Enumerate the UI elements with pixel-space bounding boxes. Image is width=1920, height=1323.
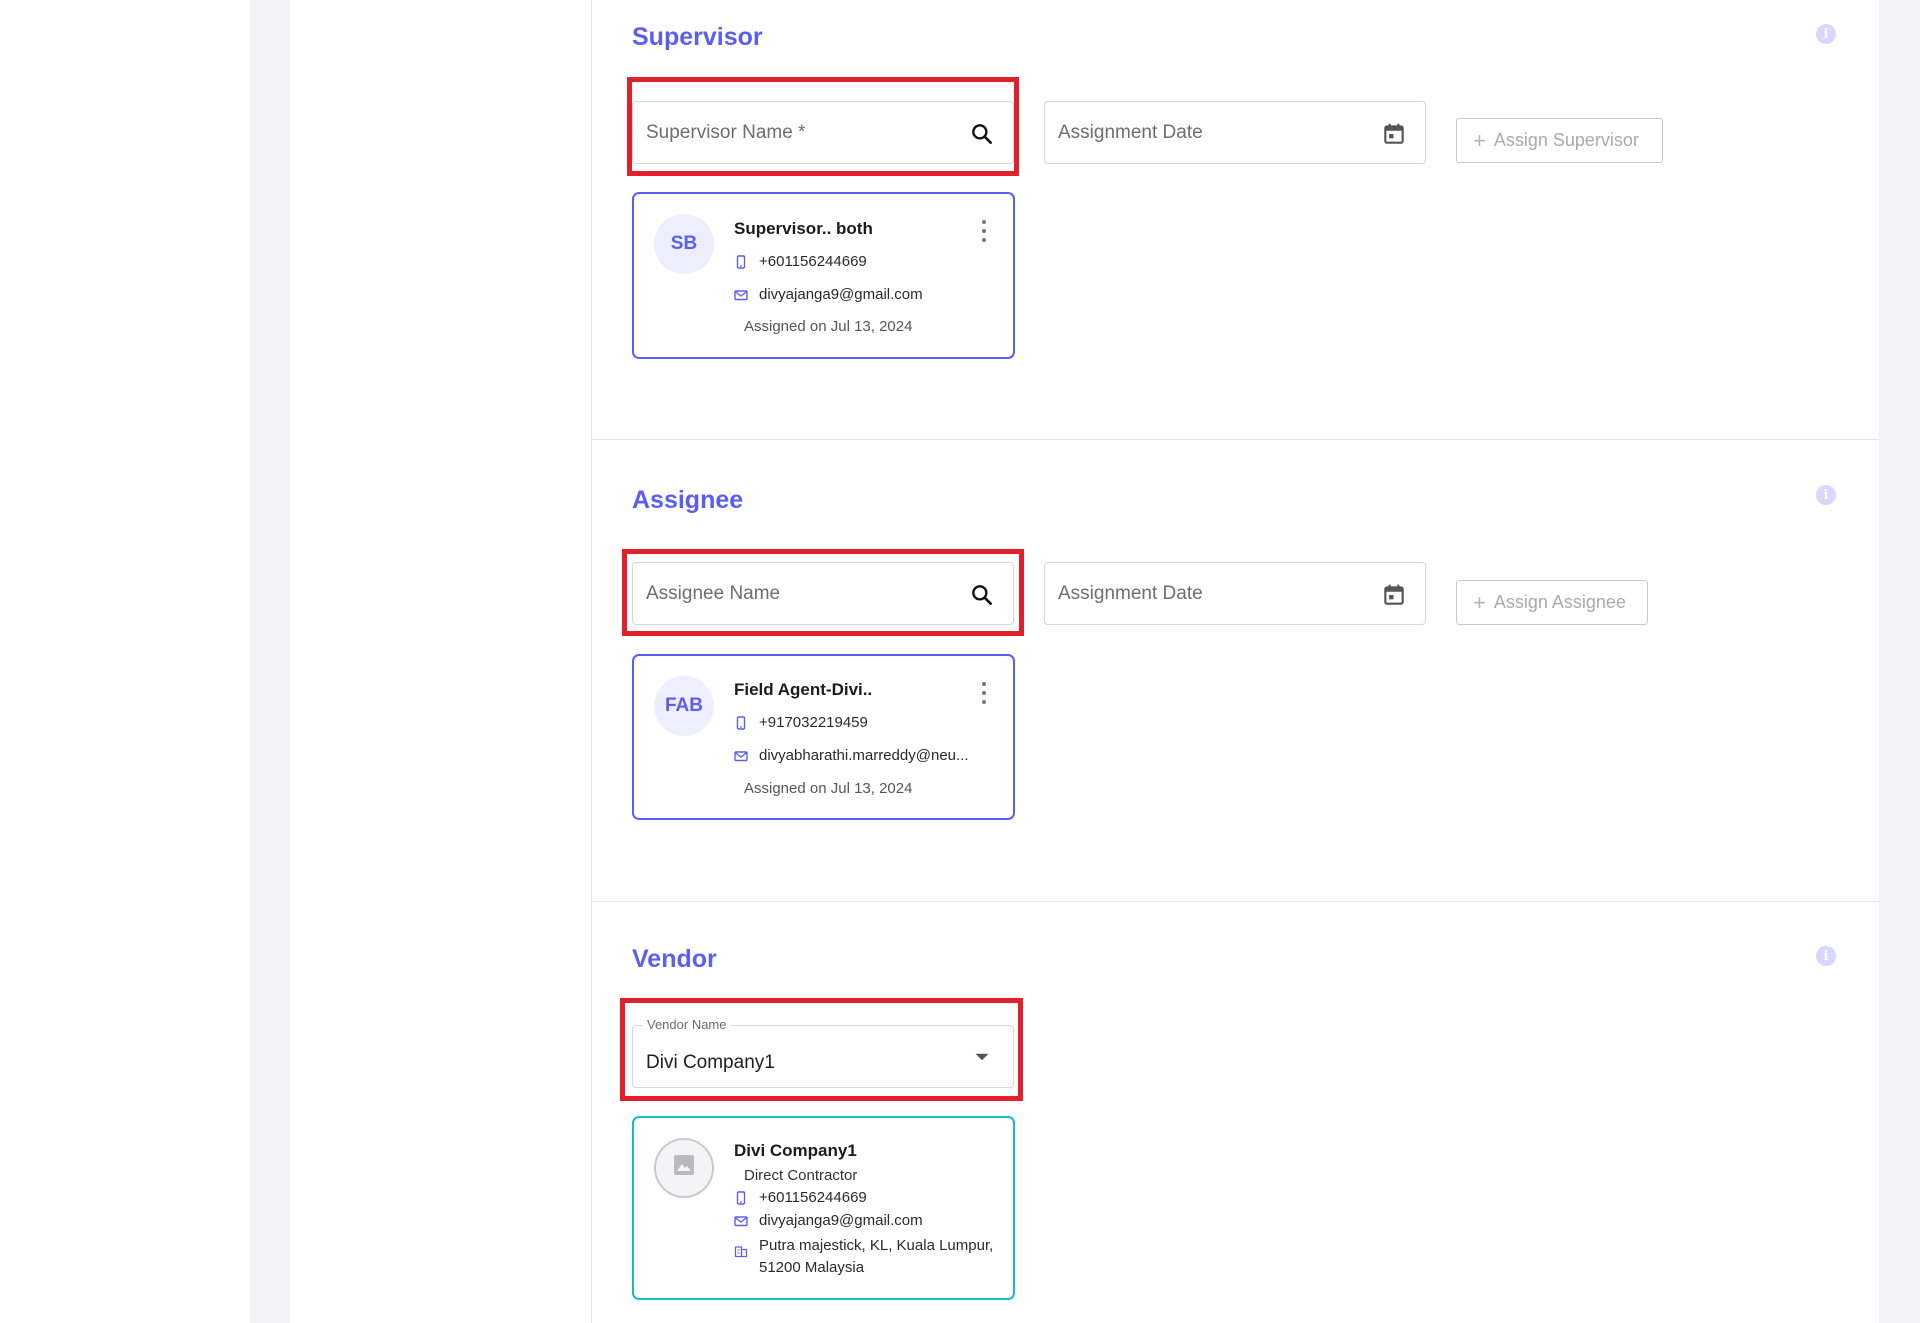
- vendor-card: Divi Company1 Direct Contractor +6011562…: [632, 1116, 1015, 1300]
- vendor-section: Vendor i Vendor Name Divi Company1 Divi …: [592, 902, 1879, 1323]
- email-icon: [734, 749, 748, 763]
- app-root: Supervisor i Supervisor Name * Assignmen…: [0, 0, 1920, 1323]
- search-icon[interactable]: [969, 121, 995, 147]
- assignee-name-placeholder: Assignee Name: [646, 582, 781, 604]
- info-icon[interactable]: i: [1816, 485, 1836, 505]
- vendor-card-type: Direct Contractor: [744, 1167, 858, 1184]
- info-icon[interactable]: i: [1816, 24, 1836, 44]
- phone-icon: [734, 254, 748, 269]
- assignee-section: Assignee i Assignee Name Assignment Date…: [592, 440, 1879, 900]
- left-gutter: [250, 0, 290, 1323]
- assignee-card-phone: +917032219459: [759, 714, 868, 731]
- vendor-card-email-row: divyajanga9@gmail.com: [734, 1212, 923, 1229]
- assignee-card: FAB Field Agent-Divi.. +917032219459 div…: [632, 654, 1015, 820]
- supervisor-title: Supervisor: [632, 23, 763, 51]
- image-placeholder-icon: [672, 1153, 696, 1183]
- building-icon: [734, 1244, 748, 1258]
- supervisor-name-placeholder: Supervisor Name *: [646, 121, 806, 143]
- assignee-card-phone-row: +917032219459: [734, 714, 868, 731]
- plus-icon: +: [1473, 127, 1486, 153]
- vendor-address-line-1: Putra majestick, KL, Kuala Lumpur,: [759, 1237, 994, 1254]
- supervisor-card-assigned: Assigned on Jul 13, 2024: [744, 318, 913, 335]
- assignee-card-email: divyabharathi.marreddy@neu...: [759, 747, 969, 764]
- assignee-assignment-date-field[interactable]: Assignment Date: [1044, 562, 1426, 625]
- supervisor-card-phone: +601156244669: [759, 253, 867, 270]
- email-icon: [734, 1214, 748, 1228]
- vendor-card-email: divyajanga9@gmail.com: [759, 1212, 923, 1229]
- supervisor-card-phone-row: +601156244669: [734, 253, 867, 270]
- phone-icon: [734, 1190, 748, 1205]
- assignee-card-assigned: Assigned on Jul 13, 2024: [744, 780, 913, 797]
- info-icon[interactable]: i: [1816, 946, 1836, 966]
- assignee-title: Assignee: [632, 486, 744, 514]
- assignment-date-placeholder: Assignment Date: [1058, 121, 1203, 143]
- vendor-card-phone: +601156244669: [759, 1189, 867, 1206]
- assignee-name-field[interactable]: Assignee Name: [632, 562, 1014, 625]
- assign-supervisor-button[interactable]: + Assign Supervisor: [1456, 118, 1663, 163]
- vendor-card-address-row: Putra majestick, KL, Kuala Lumpur, 51200…: [734, 1235, 993, 1279]
- more-vertical-icon[interactable]: [981, 682, 987, 704]
- calendar-icon[interactable]: [1381, 121, 1407, 147]
- assignee-card-email-row: divyabharathi.marreddy@neu...: [734, 747, 969, 764]
- plus-icon: +: [1473, 589, 1486, 615]
- vendor-selected-value: Divi Company1: [646, 1051, 775, 1073]
- avatar: SB: [654, 214, 714, 274]
- assign-assignee-button[interactable]: + Assign Assignee: [1456, 580, 1648, 625]
- vendor-name-label: Vendor Name: [643, 1017, 731, 1032]
- supervisor-assignment-date-field[interactable]: Assignment Date: [1044, 101, 1426, 164]
- right-gutter: [1879, 0, 1920, 1323]
- search-icon[interactable]: [969, 582, 995, 608]
- supervisor-card-name: Supervisor.. both: [734, 219, 873, 238]
- caret-down-icon[interactable]: [969, 1044, 995, 1070]
- calendar-icon[interactable]: [1381, 582, 1407, 608]
- vendor-avatar: [654, 1138, 714, 1198]
- assign-assignee-label: Assign Assignee: [1493, 592, 1626, 612]
- supervisor-name-field[interactable]: Supervisor Name *: [632, 101, 1014, 164]
- supervisor-card: SB Supervisor.. both +601156244669 divya…: [632, 192, 1015, 359]
- assignee-card-name: Field Agent-Divi..: [734, 680, 873, 699]
- more-vertical-icon[interactable]: [981, 220, 987, 242]
- vendor-card-name: Divi Company1: [734, 1141, 857, 1160]
- vendor-title: Vendor: [632, 945, 717, 973]
- supervisor-card-email-row: divyajanga9@gmail.com: [734, 286, 923, 303]
- phone-icon: [734, 715, 748, 730]
- assign-supervisor-label: Assign Supervisor: [1493, 130, 1639, 150]
- vendor-card-phone-row: +601156244669: [734, 1189, 867, 1206]
- assignment-date-placeholder: Assignment Date: [1058, 582, 1203, 604]
- supervisor-card-email: divyajanga9@gmail.com: [759, 286, 923, 303]
- vendor-name-select[interactable]: Vendor Name Divi Company1: [632, 1017, 1014, 1088]
- email-icon: [734, 288, 748, 302]
- vendor-address-line-2: 51200 Malaysia: [759, 1259, 865, 1276]
- supervisor-section: Supervisor i Supervisor Name * Assignmen…: [592, 0, 1879, 439]
- vendor-card-address: Putra majestick, KL, Kuala Lumpur, 51200…: [759, 1235, 993, 1279]
- avatar: FAB: [654, 676, 714, 736]
